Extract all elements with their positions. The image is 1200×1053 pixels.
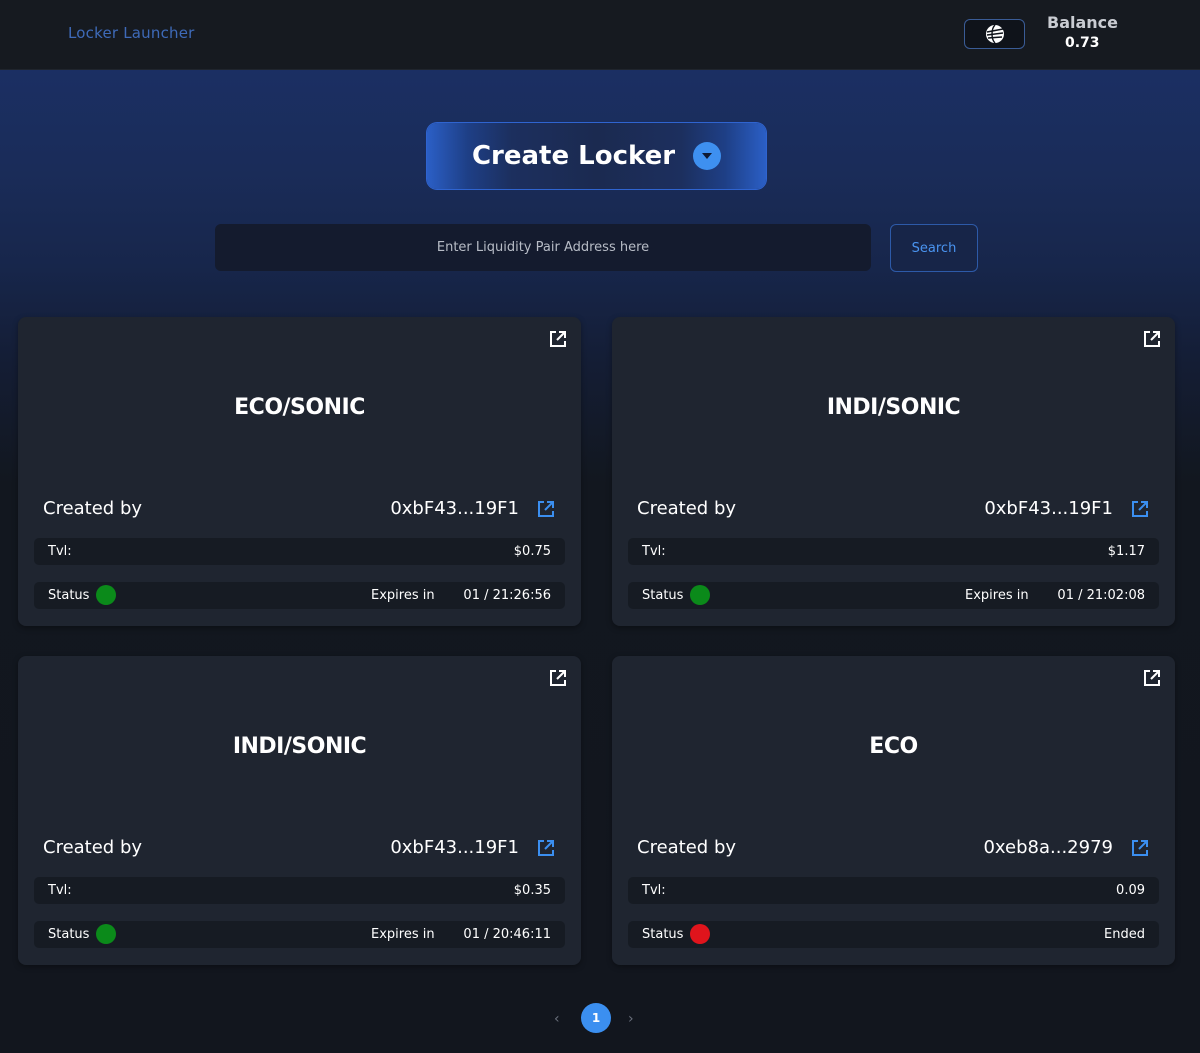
external-link-icon[interactable] xyxy=(548,668,568,688)
pagination: ‹ 1 › xyxy=(548,1003,648,1033)
external-link-icon[interactable] xyxy=(1142,329,1162,349)
expires-label: Expires in xyxy=(965,588,1029,603)
expires-value: 01 / 21:02:08 xyxy=(1057,588,1145,603)
external-link-icon[interactable] xyxy=(536,838,556,858)
prev-page-button[interactable]: ‹ xyxy=(554,1011,560,1027)
created-by-label: Created by xyxy=(43,498,143,519)
status-row: Status Ended xyxy=(628,921,1159,948)
liquidity-pair-search-input[interactable] xyxy=(215,224,871,271)
external-link-icon[interactable] xyxy=(548,329,568,349)
sonic-logo-icon xyxy=(985,24,1004,44)
status-indicator xyxy=(690,585,710,605)
page-1-button[interactable]: 1 xyxy=(581,1003,611,1033)
external-link-icon[interactable] xyxy=(536,499,556,519)
wallet-button[interactable] xyxy=(964,19,1025,49)
tvl-label: Tvl: xyxy=(642,883,666,898)
status-row: Status Expires in 01 / 20:46:11 xyxy=(34,921,565,948)
tvl-label: Tvl: xyxy=(48,883,72,898)
created-by-label: Created by xyxy=(637,498,737,519)
tvl-label: Tvl: xyxy=(642,544,666,559)
creator-address: 0xbF43...19F1 xyxy=(390,837,519,858)
status-indicator xyxy=(96,585,116,605)
tvl-value: 0.09 xyxy=(1116,883,1145,898)
top-navbar: Locker Launcher Balance 0.73 xyxy=(0,0,1200,70)
tvl-row: Tvl: 0.09 xyxy=(628,877,1159,904)
external-link-icon[interactable] xyxy=(1142,668,1162,688)
search-button[interactable]: Search xyxy=(890,224,978,272)
external-link-icon[interactable] xyxy=(1130,499,1150,519)
expires-label: Expires in xyxy=(371,588,435,603)
creator-address: 0xbF43...19F1 xyxy=(984,498,1113,519)
expires-value: 01 / 20:46:11 xyxy=(463,927,551,942)
created-by-label: Created by xyxy=(43,837,143,858)
locker-card[interactable]: INDI/SONIC Created by 0xbF43...19F1 Tvl:… xyxy=(18,656,581,965)
tvl-value: $0.75 xyxy=(513,544,551,559)
status-indicator xyxy=(690,924,710,944)
created-by-label: Created by xyxy=(637,837,737,858)
status-label: Status xyxy=(642,588,684,603)
tvl-value: $0.35 xyxy=(513,883,551,898)
creator-address: 0xbF43...19F1 xyxy=(390,498,519,519)
pair-name: INDI/SONIC xyxy=(826,395,961,420)
balance-value: 0.73 xyxy=(1065,35,1100,51)
tvl-row: Tvl: $1.17 xyxy=(628,538,1159,565)
create-locker-button[interactable]: Create Locker xyxy=(427,123,766,189)
locker-card[interactable]: ECO/SONIC Created by 0xbF43...19F1 Tvl: … xyxy=(18,317,581,626)
tvl-label: Tvl: xyxy=(48,544,72,559)
expires-value: Ended xyxy=(1104,927,1145,942)
status-label: Status xyxy=(48,927,90,942)
locker-card[interactable]: INDI/SONIC Created by 0xbF43...19F1 Tvl:… xyxy=(612,317,1175,626)
pair-name: ECO/SONIC xyxy=(234,395,365,420)
pair-name: ECO xyxy=(869,734,918,759)
pair-name: INDI/SONIC xyxy=(232,734,367,759)
chevron-down-icon xyxy=(693,142,722,170)
tvl-row: Tvl: $0.75 xyxy=(34,538,565,565)
expires-value: 01 / 21:26:56 xyxy=(463,588,551,603)
locker-card[interactable]: ECO Created by 0xeb8a...2979 Tvl: 0.09 S… xyxy=(612,656,1175,965)
tvl-row: Tvl: $0.35 xyxy=(34,877,565,904)
next-page-button[interactable]: › xyxy=(628,1011,634,1027)
external-link-icon[interactable] xyxy=(1130,838,1150,858)
create-locker-label: Create Locker xyxy=(471,141,676,171)
tvl-value: $1.17 xyxy=(1107,544,1145,559)
status-label: Status xyxy=(48,588,90,603)
balance-label: Balance xyxy=(1047,13,1118,32)
status-row: Status Expires in 01 / 21:26:56 xyxy=(34,582,565,609)
creator-address: 0xeb8a...2979 xyxy=(983,837,1113,858)
status-row: Status Expires in 01 / 21:02:08 xyxy=(628,582,1159,609)
expires-label: Expires in xyxy=(371,927,435,942)
status-label: Status xyxy=(642,927,684,942)
brand-title[interactable]: Locker Launcher xyxy=(68,24,195,42)
status-indicator xyxy=(96,924,116,944)
